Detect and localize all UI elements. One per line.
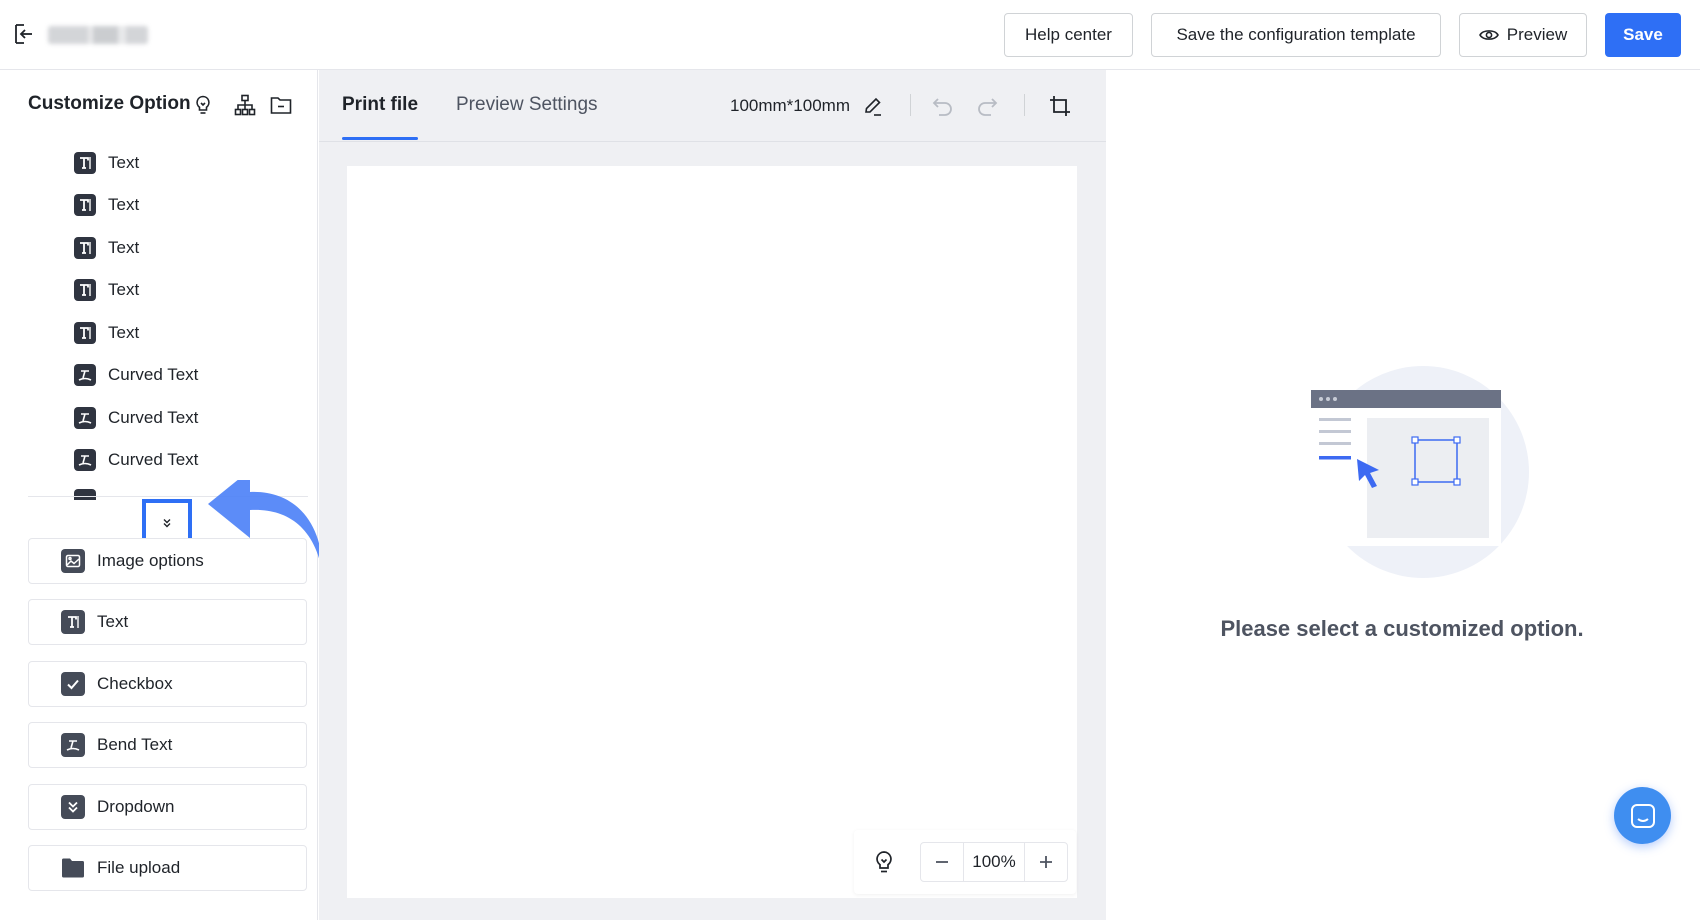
preview-button[interactable]: Preview: [1459, 13, 1587, 57]
layer-label: Text: [108, 153, 140, 172]
option-label: File upload: [97, 858, 181, 877]
option-dropdown-button[interactable]: Dropdown: [28, 784, 307, 830]
chat-icon: [1630, 803, 1655, 828]
top-bar: Help center Save the configuration templ…: [0, 0, 1700, 70]
save-label: Save: [1623, 25, 1663, 44]
option-text-button[interactable]: Text: [28, 599, 307, 645]
preview-label: Preview: [1506, 25, 1568, 44]
layer-label: Text: [108, 280, 140, 299]
annotation-arrow-icon: [208, 480, 323, 575]
lightbulb-icon[interactable]: [873, 850, 895, 874]
option-checkbox-button[interactable]: Checkbox: [28, 661, 307, 707]
text-icon: [74, 152, 96, 174]
plus-icon: [1040, 856, 1052, 868]
option-label: Image options: [97, 551, 204, 570]
option-bend-text-button[interactable]: Bend Text: [28, 722, 307, 768]
dropdown-icon: [61, 795, 85, 819]
list-item[interactable]: Curved Text: [74, 403, 198, 433]
save-template-button[interactable]: Save the configuration template: [1151, 13, 1441, 57]
bend-text-icon: [61, 733, 85, 757]
eye-icon: [1478, 30, 1499, 40]
active-tab-indicator: [342, 137, 418, 140]
image-icon: [61, 549, 85, 573]
list-item-partial[interactable]: [74, 485, 96, 500]
layer-label: Curved Text: [108, 408, 199, 427]
hierarchy-icon[interactable]: [234, 94, 256, 116]
option-label: Text: [97, 612, 129, 631]
list-item[interactable]: Text: [74, 148, 139, 178]
layer-list: Text Text Text Text Text Curved Text Cur…: [0, 138, 318, 500]
list-item[interactable]: Text: [74, 318, 139, 348]
text-icon: [74, 322, 96, 344]
layer-label: Text: [108, 195, 140, 214]
minus-icon: [936, 861, 948, 863]
print-canvas[interactable]: [347, 166, 1077, 898]
empty-state-message: Please select a customized option.: [1220, 616, 1584, 641]
canvas-area: Print file Preview Settings 100mm*100mm …: [319, 70, 1106, 920]
text-icon: [74, 279, 96, 301]
empty-state-illustration: [1311, 366, 1529, 578]
option-file-upload-button[interactable]: File upload: [28, 845, 307, 891]
lightbulb-icon[interactable]: [194, 95, 212, 115]
canvas-tabs-bar: Print file Preview Settings 100mm*100mm: [319, 70, 1106, 142]
help-center-label: Help center: [1025, 25, 1112, 44]
zoom-control: 100%: [920, 842, 1068, 882]
folder-icon[interactable]: [270, 95, 292, 115]
list-item[interactable]: Text: [74, 233, 139, 263]
list-item[interactable]: Text: [74, 275, 139, 305]
zoom-out-button[interactable]: [921, 843, 963, 881]
text-icon: [74, 194, 96, 216]
curved-text-icon: [74, 449, 96, 471]
option-label: Checkbox: [97, 674, 173, 693]
folder-icon: [61, 856, 85, 880]
curved-text-icon: [74, 489, 96, 500]
layer-label: Text: [108, 238, 140, 257]
list-item[interactable]: Text: [74, 190, 139, 220]
curved-text-icon: [74, 407, 96, 429]
shop-name-blurred: [48, 26, 148, 44]
list-item[interactable]: Curved Text: [74, 360, 198, 390]
list-item[interactable]: Curved Text: [74, 445, 198, 475]
properties-panel: Please select a customized option.: [1107, 70, 1700, 920]
text-icon: [74, 237, 96, 259]
redo-icon[interactable]: [975, 95, 999, 117]
option-label: Bend Text: [97, 735, 173, 754]
tab-preview-settings[interactable]: Preview Settings: [456, 94, 598, 116]
separator: [1024, 94, 1025, 116]
chat-support-button[interactable]: [1614, 787, 1671, 844]
panel-title: Customize Option: [28, 93, 191, 114]
tab-print-file[interactable]: Print file: [342, 94, 418, 116]
checkbox-icon: [61, 672, 85, 696]
layer-label: Curved Text: [108, 365, 199, 384]
zoom-toolbar: 100%: [854, 830, 1076, 894]
layer-label: Curved Text: [108, 450, 199, 469]
crop-icon[interactable]: [1048, 94, 1072, 118]
save-template-label: Save the configuration template: [1176, 25, 1416, 44]
separator: [910, 94, 911, 116]
undo-icon[interactable]: [931, 95, 955, 117]
exit-icon[interactable]: [12, 22, 36, 46]
layer-label: Text: [108, 323, 140, 342]
canvas-size: 100mm*100mm: [730, 96, 850, 115]
zoom-value: 100%: [963, 843, 1025, 881]
curved-text-icon: [74, 364, 96, 386]
help-center-button[interactable]: Help center: [1004, 13, 1133, 57]
zoom-in-button[interactable]: [1025, 843, 1067, 881]
edit-icon[interactable]: [862, 95, 884, 117]
option-label: Dropdown: [97, 797, 175, 816]
save-button[interactable]: Save: [1605, 13, 1681, 57]
text-icon: [61, 610, 85, 634]
chevron-double-down-icon: [163, 519, 171, 528]
